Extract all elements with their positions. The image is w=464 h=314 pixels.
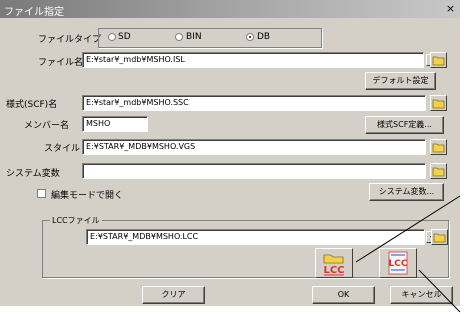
lcc-open-button[interactable]: LCC <box>315 248 353 278</box>
filetype-group <box>98 28 322 48</box>
style-browse-button[interactable] <box>430 139 447 155</box>
member-input[interactable]: MSHO <box>82 116 148 132</box>
lcc-edit-icon-text: LCC <box>389 259 408 269</box>
lcc-open-icon-text: LCC <box>323 265 344 276</box>
lcc-open-icon: LCC <box>323 254 345 276</box>
filetype-option-bin[interactable]: BIN <box>186 32 202 42</box>
lcc-edit-icon: LCC <box>389 251 408 275</box>
scf-input[interactable]: E:¥star¥_mdb¥MSHO.SSC <box>82 95 426 111</box>
style-label: スタイル <box>44 144 81 154</box>
close-button[interactable]: × <box>444 2 457 15</box>
scf-define-button[interactable]: 様式SCF定義... <box>365 116 444 134</box>
filetype-option-sd[interactable]: SD <box>118 32 131 42</box>
folder-icon <box>432 56 445 66</box>
folder-icon <box>432 143 445 153</box>
filetype-radio-bin[interactable] <box>175 33 183 41</box>
ok-button[interactable]: OK <box>312 286 375 304</box>
scf-browse-button[interactable] <box>430 95 447 111</box>
title-bar[interactable]: ファイル指定 × <box>0 0 460 18</box>
filetype-label: ファイルタイプ <box>38 35 102 45</box>
lcc-group-label: LCCファイル <box>50 215 102 226</box>
sysvar-input[interactable] <box>82 163 426 179</box>
member-label: メンバー名 <box>24 121 70 131</box>
sysvar-button[interactable]: システム変数... <box>369 183 444 201</box>
lcc-input[interactable]: E:¥STAR¥_MDB¥MSHO.LCC <box>86 229 425 245</box>
cancel-button[interactable]: キャンセル <box>390 286 453 304</box>
folder-icon <box>432 167 445 177</box>
lcc-browse-button[interactable] <box>431 229 448 245</box>
scf-label: 様式(SCF)名 <box>6 100 58 110</box>
filetype-radio-db[interactable] <box>246 33 254 41</box>
window-title: ファイル指定 <box>4 7 64 18</box>
editmode-checkbox[interactable] <box>37 189 46 198</box>
clear-button[interactable]: クリア <box>142 286 205 304</box>
filetype-radio-sd[interactable] <box>108 33 116 41</box>
folder-icon <box>432 99 445 109</box>
file-label: ファイル名 <box>38 58 84 68</box>
default-settings-button[interactable]: デフォルト設定 <box>365 72 436 90</box>
lcc-edit-button[interactable]: LCC <box>379 248 417 278</box>
sysvar-browse-button[interactable] <box>430 163 447 179</box>
style-input[interactable]: E:¥STAR¥_MDB¥MSHO.VGS <box>82 139 426 155</box>
file-input[interactable]: E:¥star¥_mdb¥MSHO.ISL <box>82 52 424 68</box>
file-spec-dialog: ファイル指定 × ファイルタイプ SD BIN DB ファイル名 E:¥star… <box>0 0 460 306</box>
file-browse-button[interactable] <box>430 52 447 68</box>
editmode-label[interactable]: 編集モードで開く <box>51 188 123 201</box>
sysvar-label: システム変数 <box>6 169 60 179</box>
folder-icon <box>433 233 446 243</box>
filetype-option-db[interactable]: DB <box>257 32 270 42</box>
